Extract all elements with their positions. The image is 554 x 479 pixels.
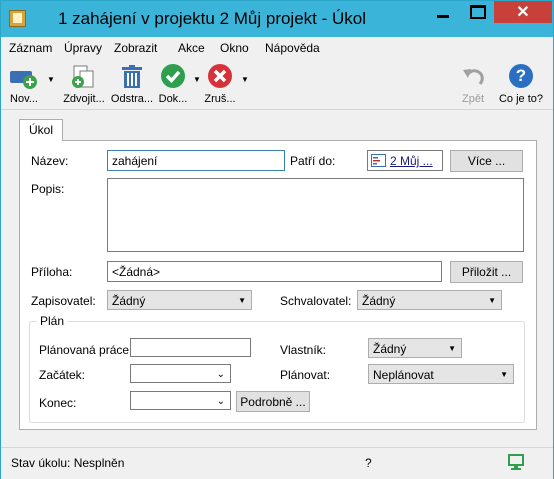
menu-zobrazit[interactable]: Zobrazit [114, 41, 157, 55]
menu-akce[interactable]: Akce [178, 41, 205, 55]
new-icon [9, 63, 39, 91]
status-text: Stav úkolu: Nesplněn [11, 456, 125, 470]
chevron-down-icon: ⌄ [216, 369, 225, 380]
chevron-down-icon: ▼ [448, 344, 456, 353]
new-dropdown-icon[interactable]: ▼ [47, 75, 55, 84]
recorder-value: Žádný [112, 294, 146, 308]
planned-work-label: Plánovaná práce: [39, 343, 133, 357]
detail-button[interactable]: Podrobně ... [236, 391, 310, 412]
plan-group-title: Plán [37, 314, 68, 328]
owner-value: Žádný [373, 342, 407, 356]
task-window: 1 zahájení v projektu 2 Můj projekt - Úk… [0, 0, 554, 479]
trash-icon [117, 63, 147, 91]
remove-label: Odstra... [110, 93, 154, 105]
planned-work-input[interactable] [130, 338, 251, 357]
menu-bar: Záznam Úpravy Zobrazit Akce Okno Nápověd… [1, 37, 553, 59]
recorder-select[interactable]: Žádný ▼ [107, 290, 252, 310]
attach-button[interactable]: Přiložit ... [450, 261, 523, 283]
close-button[interactable]: ✕ [494, 1, 552, 23]
close-icon: ✕ [516, 4, 530, 21]
description-label: Popis: [31, 182, 65, 196]
help-button[interactable]: ? Co je to? [496, 63, 546, 105]
recorder-label: Zapisovatel: [31, 294, 96, 308]
connection-monitor-icon [508, 454, 524, 470]
duplicate-label: Zdvojit... [63, 93, 105, 105]
cancel-task-label: Zruš... [204, 93, 236, 105]
schedule-value: Neplánovat [373, 368, 434, 382]
minimize-button[interactable] [423, 1, 463, 23]
cancel-dropdown-icon[interactable]: ▼ [241, 75, 249, 84]
belongs-link[interactable]: 2 Můj ... [367, 150, 443, 171]
menu-upravy[interactable]: Úpravy [64, 41, 102, 55]
new-button[interactable]: Nov... [7, 63, 41, 105]
menu-napoveda[interactable]: Nápověda [265, 41, 320, 55]
cancel-x-icon [205, 63, 235, 91]
complete-dropdown-icon[interactable]: ▼ [193, 75, 201, 84]
owner-label: Vlastník: [280, 343, 327, 357]
back-label: Zpět [461, 93, 484, 105]
checkmark-icon [158, 63, 188, 91]
duplicate-button[interactable]: Zdvojit... [61, 63, 107, 105]
back-button[interactable]: Zpět [456, 63, 490, 105]
minimize-icon [437, 14, 449, 18]
approver-value: Žádný [362, 294, 396, 308]
remove-button[interactable]: Odstra... [109, 63, 155, 105]
duplicate-icon [69, 63, 99, 91]
attachment-label: Příloha: [31, 265, 73, 279]
start-label: Začátek: [39, 368, 86, 382]
attachment-field[interactable]: <Žádná> [107, 261, 442, 282]
help-glyph: ? [515, 66, 527, 85]
belongs-label: Patří do: [290, 154, 336, 168]
name-label: Název: [31, 154, 69, 168]
maximize-icon [470, 5, 486, 19]
menu-okno[interactable]: Okno [220, 41, 249, 55]
title-bar[interactable]: 1 zahájení v projektu 2 Můj projekt - Úk… [1, 1, 553, 37]
help-icon: ? [506, 63, 536, 91]
description-textarea[interactable] [107, 178, 524, 252]
approver-select[interactable]: Žádný ▼ [357, 290, 502, 310]
end-date-picker[interactable]: ⌄ [130, 391, 231, 410]
chevron-down-icon: ▼ [488, 296, 496, 305]
status-help-mark: ? [365, 456, 372, 470]
name-input[interactable]: zahájení [107, 150, 285, 171]
tab-ukol[interactable]: Úkol [19, 119, 63, 141]
owner-select[interactable]: Žádný ▼ [368, 338, 462, 358]
schedule-select[interactable]: Neplánovat ▼ [368, 364, 514, 384]
toolbar: Nov... ▼ Zdvojit... Odstra... Dok... ▼ Z… [1, 59, 553, 110]
complete-button[interactable]: Dok... [157, 63, 189, 105]
chevron-down-icon: ⌄ [216, 396, 225, 407]
chevron-down-icon: ▼ [238, 296, 246, 305]
complete-label: Dok... [158, 93, 188, 105]
status-bar: Stav úkolu: Nesplněn ? [1, 447, 553, 479]
schedule-label: Plánovat: [280, 368, 331, 382]
project-icon [371, 154, 386, 167]
undo-arrow-icon [458, 63, 488, 91]
belongs-value: 2 Můj ... [390, 154, 433, 168]
chevron-down-icon: ▼ [500, 370, 508, 379]
cancel-task-button[interactable]: Zruš... [204, 63, 236, 105]
more-button[interactable]: Více ... [450, 150, 523, 172]
menu-zaznam[interactable]: Záznam [9, 41, 52, 55]
window-title: 1 zahájení v projektu 2 Můj projekt - Úk… [57, 9, 367, 28]
start-date-picker[interactable]: ⌄ [130, 364, 231, 383]
end-label: Konec: [39, 396, 77, 410]
help-label: Co je to? [498, 93, 544, 105]
new-label: Nov... [10, 93, 38, 105]
approver-label: Schvalovatel: [280, 294, 352, 308]
maximize-button[interactable] [458, 1, 498, 23]
